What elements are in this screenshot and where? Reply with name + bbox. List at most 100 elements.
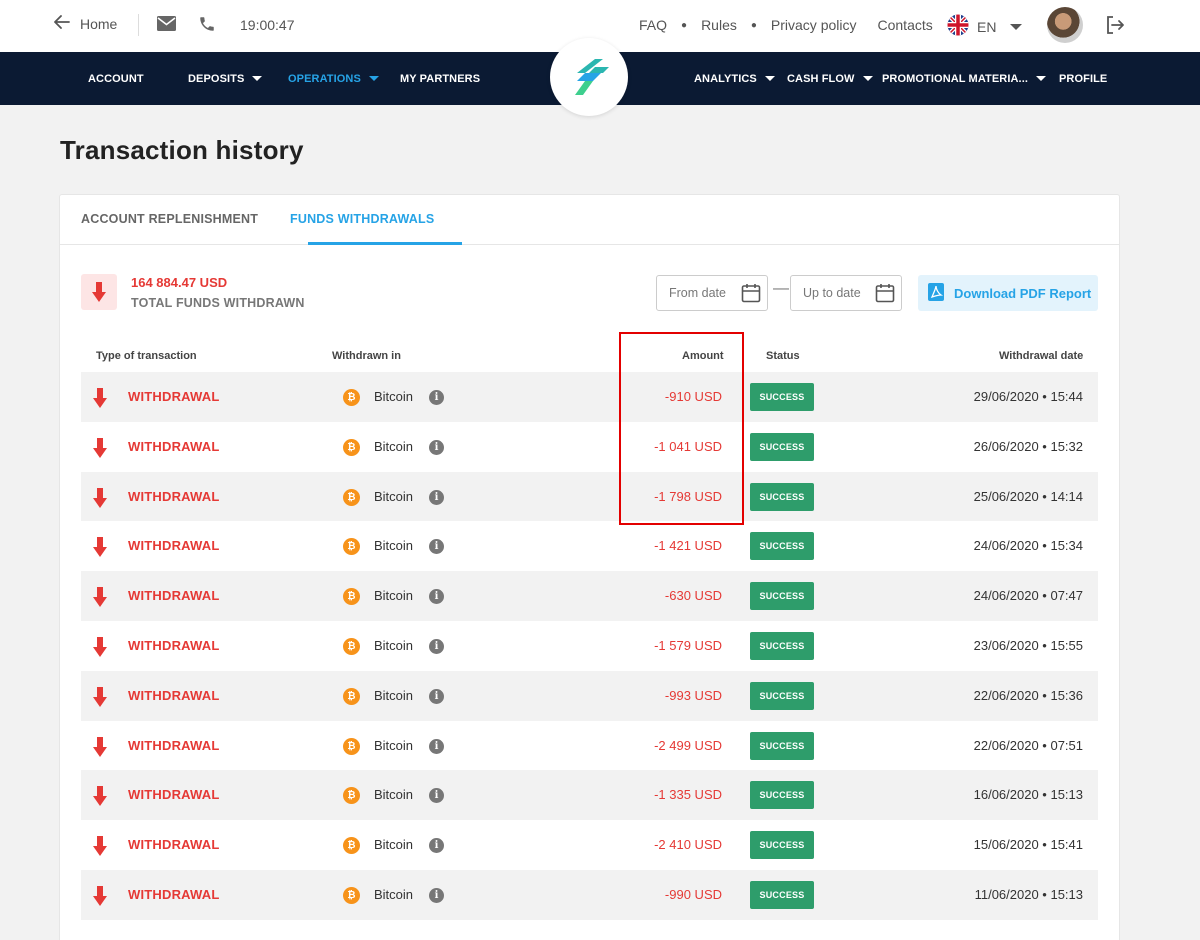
- transaction-type: WITHDRAWAL: [128, 787, 220, 803]
- down-arrow-icon: [93, 388, 107, 413]
- to-date-input[interactable]: Up to date: [790, 275, 902, 311]
- currency-name: Bitcoin: [374, 389, 414, 404]
- down-arrow-icon: [93, 487, 107, 513]
- contacts-link[interactable]: Contacts: [878, 17, 933, 33]
- nav-deposits[interactable]: DEPOSITS: [188, 52, 263, 105]
- nav-promotional-materials[interactable]: PROMOTIONAL MATERIA...: [882, 52, 1047, 105]
- nav-analytics[interactable]: ANALYTICS: [694, 52, 775, 105]
- status-badge: SUCCESS: [750, 781, 814, 810]
- currency-name: Bitcoin: [374, 637, 414, 653]
- calendar-icon[interactable]: [741, 283, 761, 308]
- down-arrow-icon: [93, 636, 107, 662]
- faq-link[interactable]: FAQ: [639, 17, 667, 33]
- info-icon[interactable]: i: [429, 589, 444, 605]
- transaction-type: WITHDRAWAL: [128, 488, 220, 504]
- amount-value: -993 USD: [664, 687, 722, 703]
- table-row[interactable]: WITHDRAWAL ₿ Bitcoin i -1 798 USD SUCCES…: [81, 471, 1098, 522]
- currency-name: Bitcoin: [374, 787, 414, 803]
- from-date-input[interactable]: From date: [656, 275, 768, 311]
- table-row[interactable]: WITHDRAWAL ₿ Bitcoin i -1 041 USD SUCCES…: [81, 422, 1098, 472]
- info-icon[interactable]: i: [429, 638, 444, 654]
- nav-cash-flow[interactable]: CASH FLOW: [787, 52, 873, 105]
- column-header-withdrawn-in[interactable]: Withdrawn in: [332, 350, 401, 362]
- nav-label: OPERATIONS: [288, 72, 361, 85]
- amount-value: -1 421 USD: [654, 538, 722, 554]
- table-row[interactable]: WITHDRAWAL ₿ Bitcoin i -1 579 USD SUCCES…: [81, 621, 1098, 671]
- table-row[interactable]: WITHDRAWAL ₿ Bitcoin i -1 335 USD SUCCES…: [81, 770, 1098, 821]
- table-row[interactable]: WITHDRAWAL ₿ Bitcoin i -990 USD SUCCESS …: [81, 869, 1098, 920]
- info-icon[interactable]: i: [429, 838, 444, 854]
- table-row[interactable]: WITHDRAWAL ₿ Bitcoin i -2 410 USD SUCCES…: [81, 820, 1098, 870]
- column-header-status[interactable]: Status: [766, 350, 800, 362]
- info-icon[interactable]: i: [429, 738, 444, 754]
- info-icon[interactable]: i: [429, 439, 444, 455]
- currency-name: Bitcoin: [374, 687, 414, 703]
- info-icon[interactable]: i: [429, 390, 444, 405]
- down-arrow-icon: [81, 274, 117, 310]
- nav-label: PROFILE: [1059, 72, 1108, 85]
- nav-my-partners[interactable]: MY PARTNERS: [400, 52, 480, 105]
- withdrawal-date: 25/06/2020 • 14:14: [973, 488, 1083, 504]
- pdf-icon: [928, 282, 944, 304]
- column-header-type[interactable]: Type of transaction: [96, 350, 197, 362]
- tab-funds-withdrawals[interactable]: FUNDS WITHDRAWALS: [290, 212, 434, 226]
- info-icon[interactable]: i: [429, 539, 444, 555]
- amount-value: -1 335 USD: [654, 787, 722, 803]
- transaction-type: WITHDRAWAL: [128, 588, 220, 604]
- bitcoin-icon: ₿: [343, 837, 360, 855]
- amount-value: -1 579 USD: [654, 637, 722, 653]
- table-row[interactable]: WITHDRAWAL ₿ Bitcoin i -2 499 USD SUCCES…: [81, 721, 1098, 771]
- status-badge: SUCCESS: [750, 383, 814, 411]
- separator-dot: ●: [681, 19, 688, 31]
- divider: [138, 14, 139, 36]
- download-pdf-report-button[interactable]: Download PDF Report: [918, 275, 1098, 311]
- transaction-type: WITHDRAWAL: [128, 886, 220, 902]
- download-pdf-label: Download PDF Report: [954, 285, 1092, 301]
- table-row[interactable]: WITHDRAWAL ₿ Bitcoin i -993 USD SUCCESS …: [81, 670, 1098, 721]
- home-link[interactable]: Home: [54, 15, 117, 32]
- phone-icon[interactable]: [198, 15, 216, 38]
- info-icon[interactable]: i: [429, 887, 444, 903]
- info-icon[interactable]: i: [429, 489, 444, 505]
- info-icon[interactable]: i: [429, 688, 444, 704]
- table-row[interactable]: WITHDRAWAL ₿ Bitcoin i -1 421 USD SUCCES…: [81, 521, 1098, 571]
- brand-logo[interactable]: [550, 38, 628, 116]
- column-header-date[interactable]: Withdrawal date: [999, 350, 1083, 362]
- bitcoin-icon: ₿: [343, 687, 360, 705]
- currency-name: Bitcoin: [374, 588, 414, 604]
- nav-operations[interactable]: OPERATIONS: [288, 52, 379, 105]
- rules-link[interactable]: Rules: [701, 17, 737, 33]
- bitcoin-icon: ₿: [343, 488, 360, 506]
- calendar-icon[interactable]: [875, 283, 895, 308]
- status-badge: SUCCESS: [750, 432, 814, 461]
- info-icon[interactable]: i: [429, 788, 444, 804]
- status-badge: SUCCESS: [750, 731, 814, 760]
- tab-account-replenishment[interactable]: ACCOUNT REPLENISHMENT: [81, 212, 258, 226]
- privacy-policy-link[interactable]: Privacy policy: [771, 17, 857, 33]
- bitcoin-icon: ₿: [343, 737, 360, 755]
- mail-icon[interactable]: [157, 16, 176, 36]
- down-arrow-icon: [93, 786, 107, 811]
- bitcoin-icon: ₿: [343, 538, 360, 556]
- nav-label: ACCOUNT: [88, 72, 144, 85]
- avatar[interactable]: [1047, 7, 1083, 43]
- column-header-amount[interactable]: Amount: [682, 350, 724, 362]
- page-title: Transaction history: [60, 135, 304, 165]
- nav-account[interactable]: ACCOUNT: [88, 52, 144, 105]
- arrow-left-icon: [54, 15, 70, 32]
- caret-down-icon: [764, 76, 775, 81]
- withdrawal-date: 22/06/2020 • 07:51: [973, 737, 1083, 753]
- nav-label: PROMOTIONAL MATERIA...: [882, 72, 1029, 85]
- bitcoin-icon: ₿: [343, 438, 360, 456]
- status-badge: SUCCESS: [750, 681, 814, 710]
- nav-profile[interactable]: PROFILE: [1059, 52, 1107, 105]
- withdrawal-date: 22/06/2020 • 15:36: [973, 687, 1083, 703]
- table-row[interactable]: WITHDRAWAL ₿ Bitcoin i -630 USD SUCCESS …: [81, 571, 1098, 621]
- language-selector[interactable]: EN: [947, 14, 1023, 39]
- withdrawal-date: 29/06/2020 • 15:44: [973, 389, 1083, 404]
- logout-icon[interactable]: [1105, 15, 1125, 40]
- total-withdrawn-label: TOTAL FUNDS WITHDRAWN: [131, 296, 305, 310]
- withdrawal-date: 26/06/2020 • 15:32: [973, 438, 1083, 454]
- table-row[interactable]: WITHDRAWAL ₿ Bitcoin i -910 USD SUCCESS …: [81, 372, 1098, 422]
- currency-name: Bitcoin: [374, 886, 414, 902]
